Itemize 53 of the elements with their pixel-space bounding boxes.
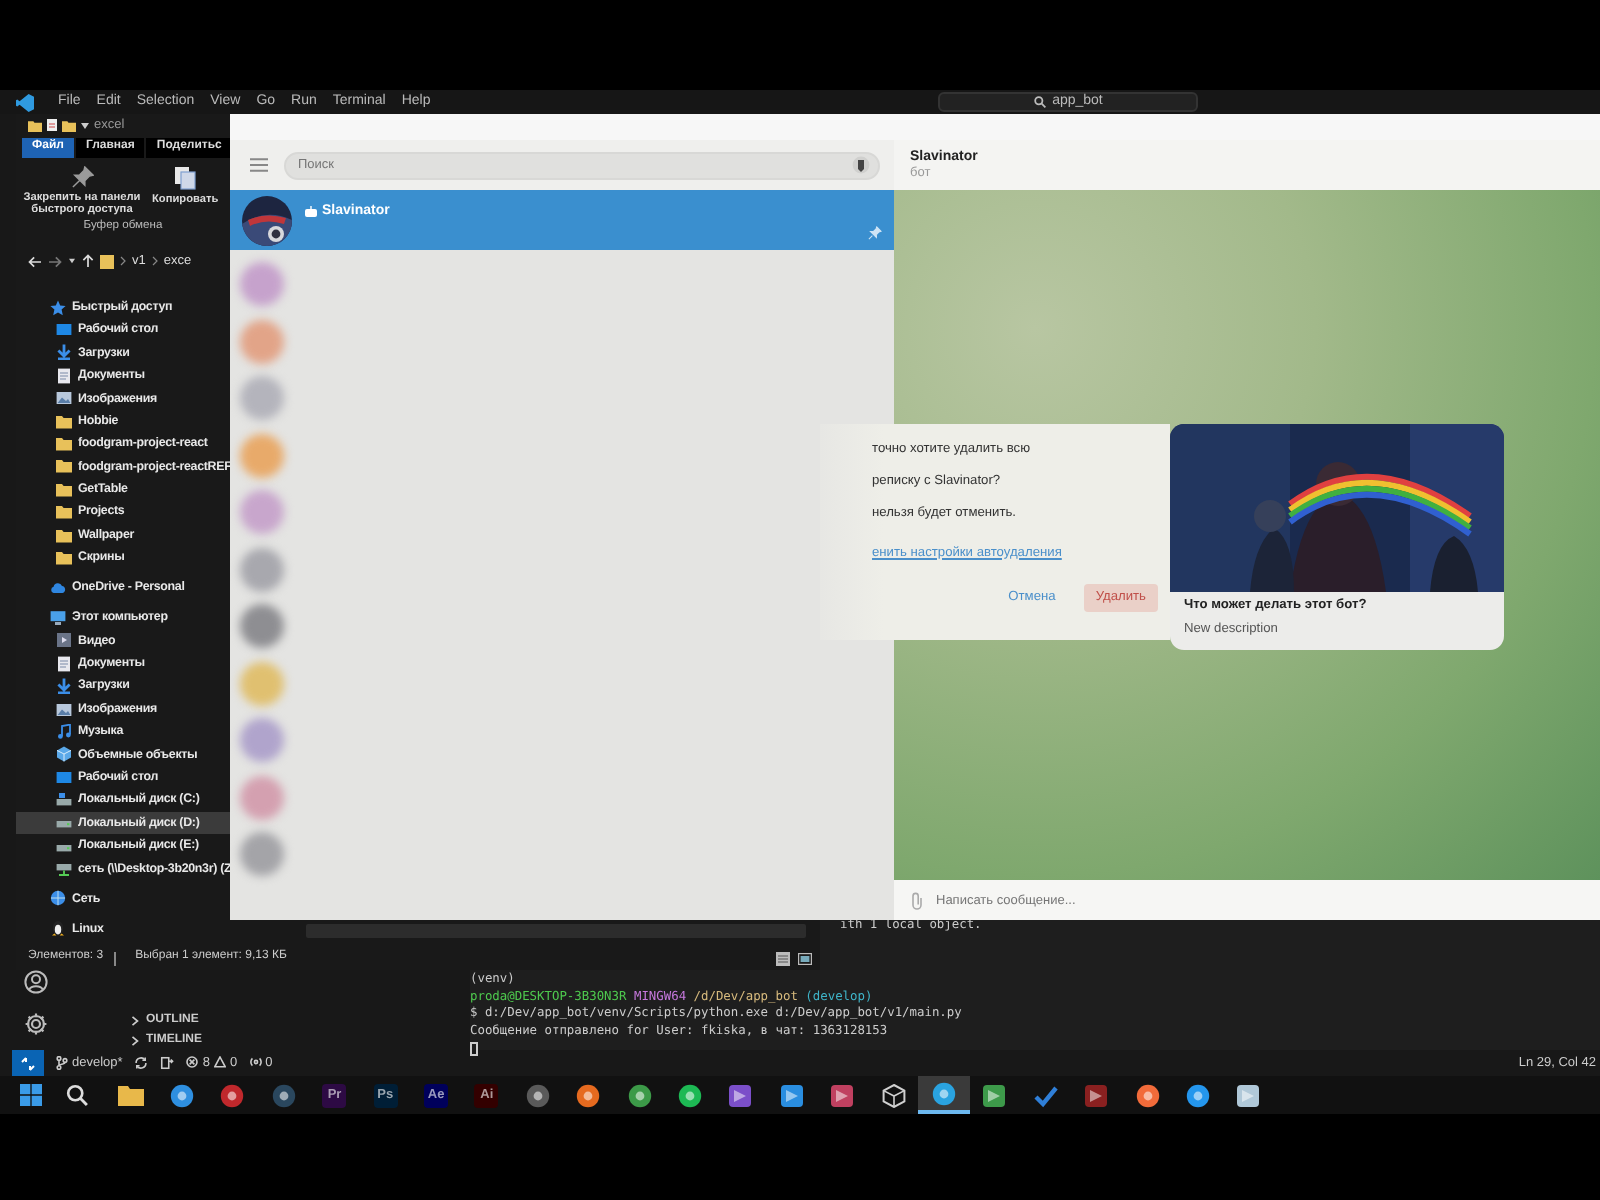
warning-icon — [213, 1056, 226, 1069]
tiles-view-icon — [798, 951, 812, 965]
document-icon — [56, 367, 72, 384]
desktop-icon — [56, 322, 72, 339]
publish-icon — [160, 1056, 175, 1070]
back-icon — [28, 255, 42, 267]
video-icon — [56, 632, 72, 649]
error-icon — [186, 1056, 199, 1069]
folder-icon — [62, 119, 76, 131]
drive-icon — [56, 792, 72, 809]
account-icon — [23, 970, 47, 994]
copy-icon — [174, 166, 197, 190]
sticker-icon — [852, 156, 870, 174]
pin-icon — [71, 166, 93, 188]
music-icon — [56, 723, 72, 740]
cloud-icon — [50, 579, 66, 596]
antenna-icon — [249, 1056, 262, 1069]
document-icon — [56, 655, 72, 672]
bot-icon — [304, 206, 318, 219]
sync-icon — [134, 1056, 149, 1070]
star-icon — [50, 299, 66, 316]
penguin-icon — [50, 920, 66, 937]
windows-logo-icon — [20, 1084, 42, 1106]
network-icon — [50, 890, 66, 907]
forward-icon — [48, 255, 62, 267]
folder-icon — [28, 119, 42, 131]
paperclip-icon — [910, 891, 924, 909]
caret-icon — [68, 258, 76, 264]
chevron-icon — [151, 256, 158, 266]
image-icon — [56, 390, 72, 407]
search-icon — [1034, 96, 1047, 108]
computer-icon — [50, 609, 66, 626]
folder-icon — [100, 253, 114, 269]
network-drive-icon — [56, 860, 72, 877]
chevron-icon — [120, 256, 126, 266]
image-icon — [56, 701, 72, 718]
download-icon — [56, 678, 72, 695]
remote-button[interactable] — [12, 1050, 44, 1076]
cube-icon — [56, 746, 72, 763]
up-icon — [82, 254, 94, 268]
menu-button[interactable] — [250, 158, 268, 172]
settings-icon — [23, 1012, 47, 1036]
download-icon — [56, 344, 72, 361]
document-icon — [46, 118, 58, 132]
desktop-icon — [56, 769, 72, 786]
details-view-icon — [776, 951, 790, 965]
branch-icon — [56, 1055, 68, 1070]
taskbar-button[interactable] — [918, 1076, 970, 1114]
menu-icon — [250, 158, 268, 172]
app-logo-icon — [16, 93, 34, 111]
caret-icon — [80, 121, 90, 129]
remote-icon — [20, 1055, 36, 1071]
search-icon — [65, 1084, 87, 1106]
